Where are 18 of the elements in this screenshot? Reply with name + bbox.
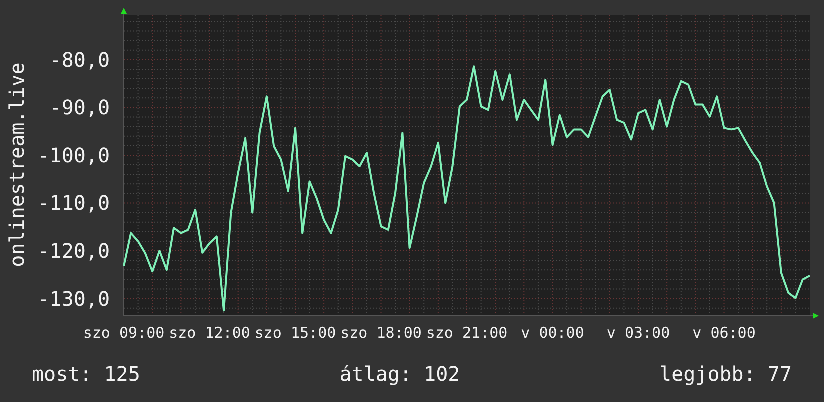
- tick-label: v 03:00: [606, 324, 670, 342]
- tick-label: szo 18:00: [340, 324, 422, 342]
- tick-label: -80,0: [50, 48, 110, 72]
- tick-label: szo 09:00: [83, 324, 165, 342]
- tick-label: -90,0: [50, 96, 110, 120]
- tick-label: v 00:00: [521, 324, 584, 342]
- tick-label: v 06:00: [692, 324, 756, 342]
- tick-label: szo 21:00: [426, 324, 508, 342]
- stat-text: átlag: 102: [340, 362, 460, 386]
- stat-text: most: 125: [32, 362, 140, 386]
- tick-label: -110,0: [38, 191, 110, 216]
- tick-label: szo 12:00: [169, 324, 250, 342]
- tick-label: -120,0: [38, 239, 110, 264]
- tick-label: -100,0: [38, 143, 110, 168]
- tick-label: -130,0: [38, 286, 110, 311]
- stat-text: legjobb: 77: [660, 362, 792, 386]
- tick-label: szo 15:00: [254, 324, 336, 342]
- axis-title: onlinestream.live: [5, 62, 29, 268]
